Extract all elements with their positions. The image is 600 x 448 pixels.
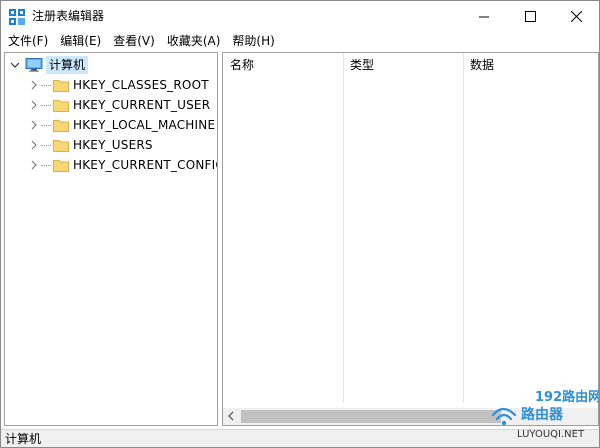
status-path: 计算机	[5, 432, 42, 446]
close-icon	[570, 10, 582, 22]
tree-item-hklm[interactable]: HKEY_LOCAL_MACHINE	[29, 115, 215, 135]
chevron-right-icon[interactable]	[29, 139, 39, 151]
chevron-right-icon[interactable]	[29, 99, 39, 111]
tree-connector	[41, 124, 51, 126]
menu-view[interactable]: 查看(V)	[107, 31, 161, 51]
watermark-line3: LUYOUQI.NET	[517, 429, 585, 440]
values-pane[interactable]: 名称 类型 数据	[222, 52, 599, 426]
title-bar[interactable]: 注册表编辑器	[1, 1, 599, 31]
watermark-line2: 路由器	[521, 406, 564, 423]
minimize-button[interactable]	[461, 1, 507, 31]
close-button[interactable]	[553, 1, 599, 31]
column-headers: 名称 类型 数据	[223, 53, 598, 403]
tree-item-label: HKEY_CURRENT_USER	[73, 98, 211, 112]
scroll-left-icon[interactable]	[226, 410, 238, 422]
column-header-type[interactable]: 类型	[343, 53, 463, 77]
tree-item-label: HKEY_LOCAL_MACHINE	[73, 118, 216, 132]
folder-icon	[53, 159, 69, 172]
chevron-down-icon[interactable]	[9, 59, 21, 71]
tree-item-label: HKEY_USERS	[73, 138, 153, 152]
tree-pane[interactable]: 计算机 HKEY_CLASSES_ROOT HKEY_CURRENT_USER …	[4, 52, 218, 426]
tree-item-hkcu[interactable]: HKEY_CURRENT_USER	[29, 95, 210, 115]
tree-item-hku[interactable]: HKEY_USERS	[29, 135, 153, 155]
folder-icon	[53, 79, 69, 92]
tree-item-hkcr[interactable]: HKEY_CLASSES_ROOT	[29, 75, 209, 95]
folder-icon	[53, 99, 69, 112]
watermark-logo: 192路由网 路由器 LUYOUQI.NET	[491, 389, 599, 440]
tree-item-label: HKEY_CURRENT_CONFIG	[73, 158, 218, 172]
chevron-right-icon[interactable]	[29, 119, 39, 131]
computer-icon	[25, 58, 43, 72]
regedit-icon	[9, 9, 25, 25]
column-header-data[interactable]: 数据	[463, 53, 598, 77]
menu-file[interactable]: 文件(F)	[1, 31, 54, 51]
folder-icon	[53, 139, 69, 152]
tree-item-computer[interactable]: 计算机	[9, 55, 89, 75]
menu-help[interactable]: 帮助(H)	[226, 31, 280, 51]
window-title: 注册表编辑器	[32, 9, 105, 23]
tree-root-label: 计算机	[46, 56, 89, 74]
column-divider[interactable]	[343, 53, 344, 403]
minimize-icon	[478, 16, 489, 17]
tree-connector	[41, 84, 51, 86]
tree-item-hkcc[interactable]: HKEY_CURRENT_CONFIG	[29, 155, 218, 175]
column-divider[interactable]	[463, 53, 464, 403]
registry-editor-window: 注册表编辑器 文件(F) 编辑(E) 查看(V) 收藏夹(A) 帮助(H) 计算…	[0, 0, 600, 448]
tree-connector	[41, 164, 51, 166]
menu-bar: 文件(F) 编辑(E) 查看(V) 收藏夹(A) 帮助(H)	[1, 31, 599, 51]
watermark-line1: 192路由网	[535, 389, 599, 405]
scrollbar-thumb[interactable]	[241, 410, 501, 423]
menu-favorites[interactable]: 收藏夹(A)	[161, 31, 227, 51]
chevron-right-icon[interactable]	[29, 79, 39, 91]
tree-connector	[41, 104, 51, 106]
column-header-name[interactable]: 名称	[223, 53, 343, 77]
maximize-icon	[524, 10, 536, 22]
menu-edit[interactable]: 编辑(E)	[54, 31, 107, 51]
chevron-right-icon[interactable]	[29, 159, 39, 171]
tree-connector	[41, 144, 51, 146]
folder-icon	[53, 119, 69, 132]
tree-item-label: HKEY_CLASSES_ROOT	[73, 78, 209, 92]
maximize-button[interactable]	[507, 1, 553, 31]
